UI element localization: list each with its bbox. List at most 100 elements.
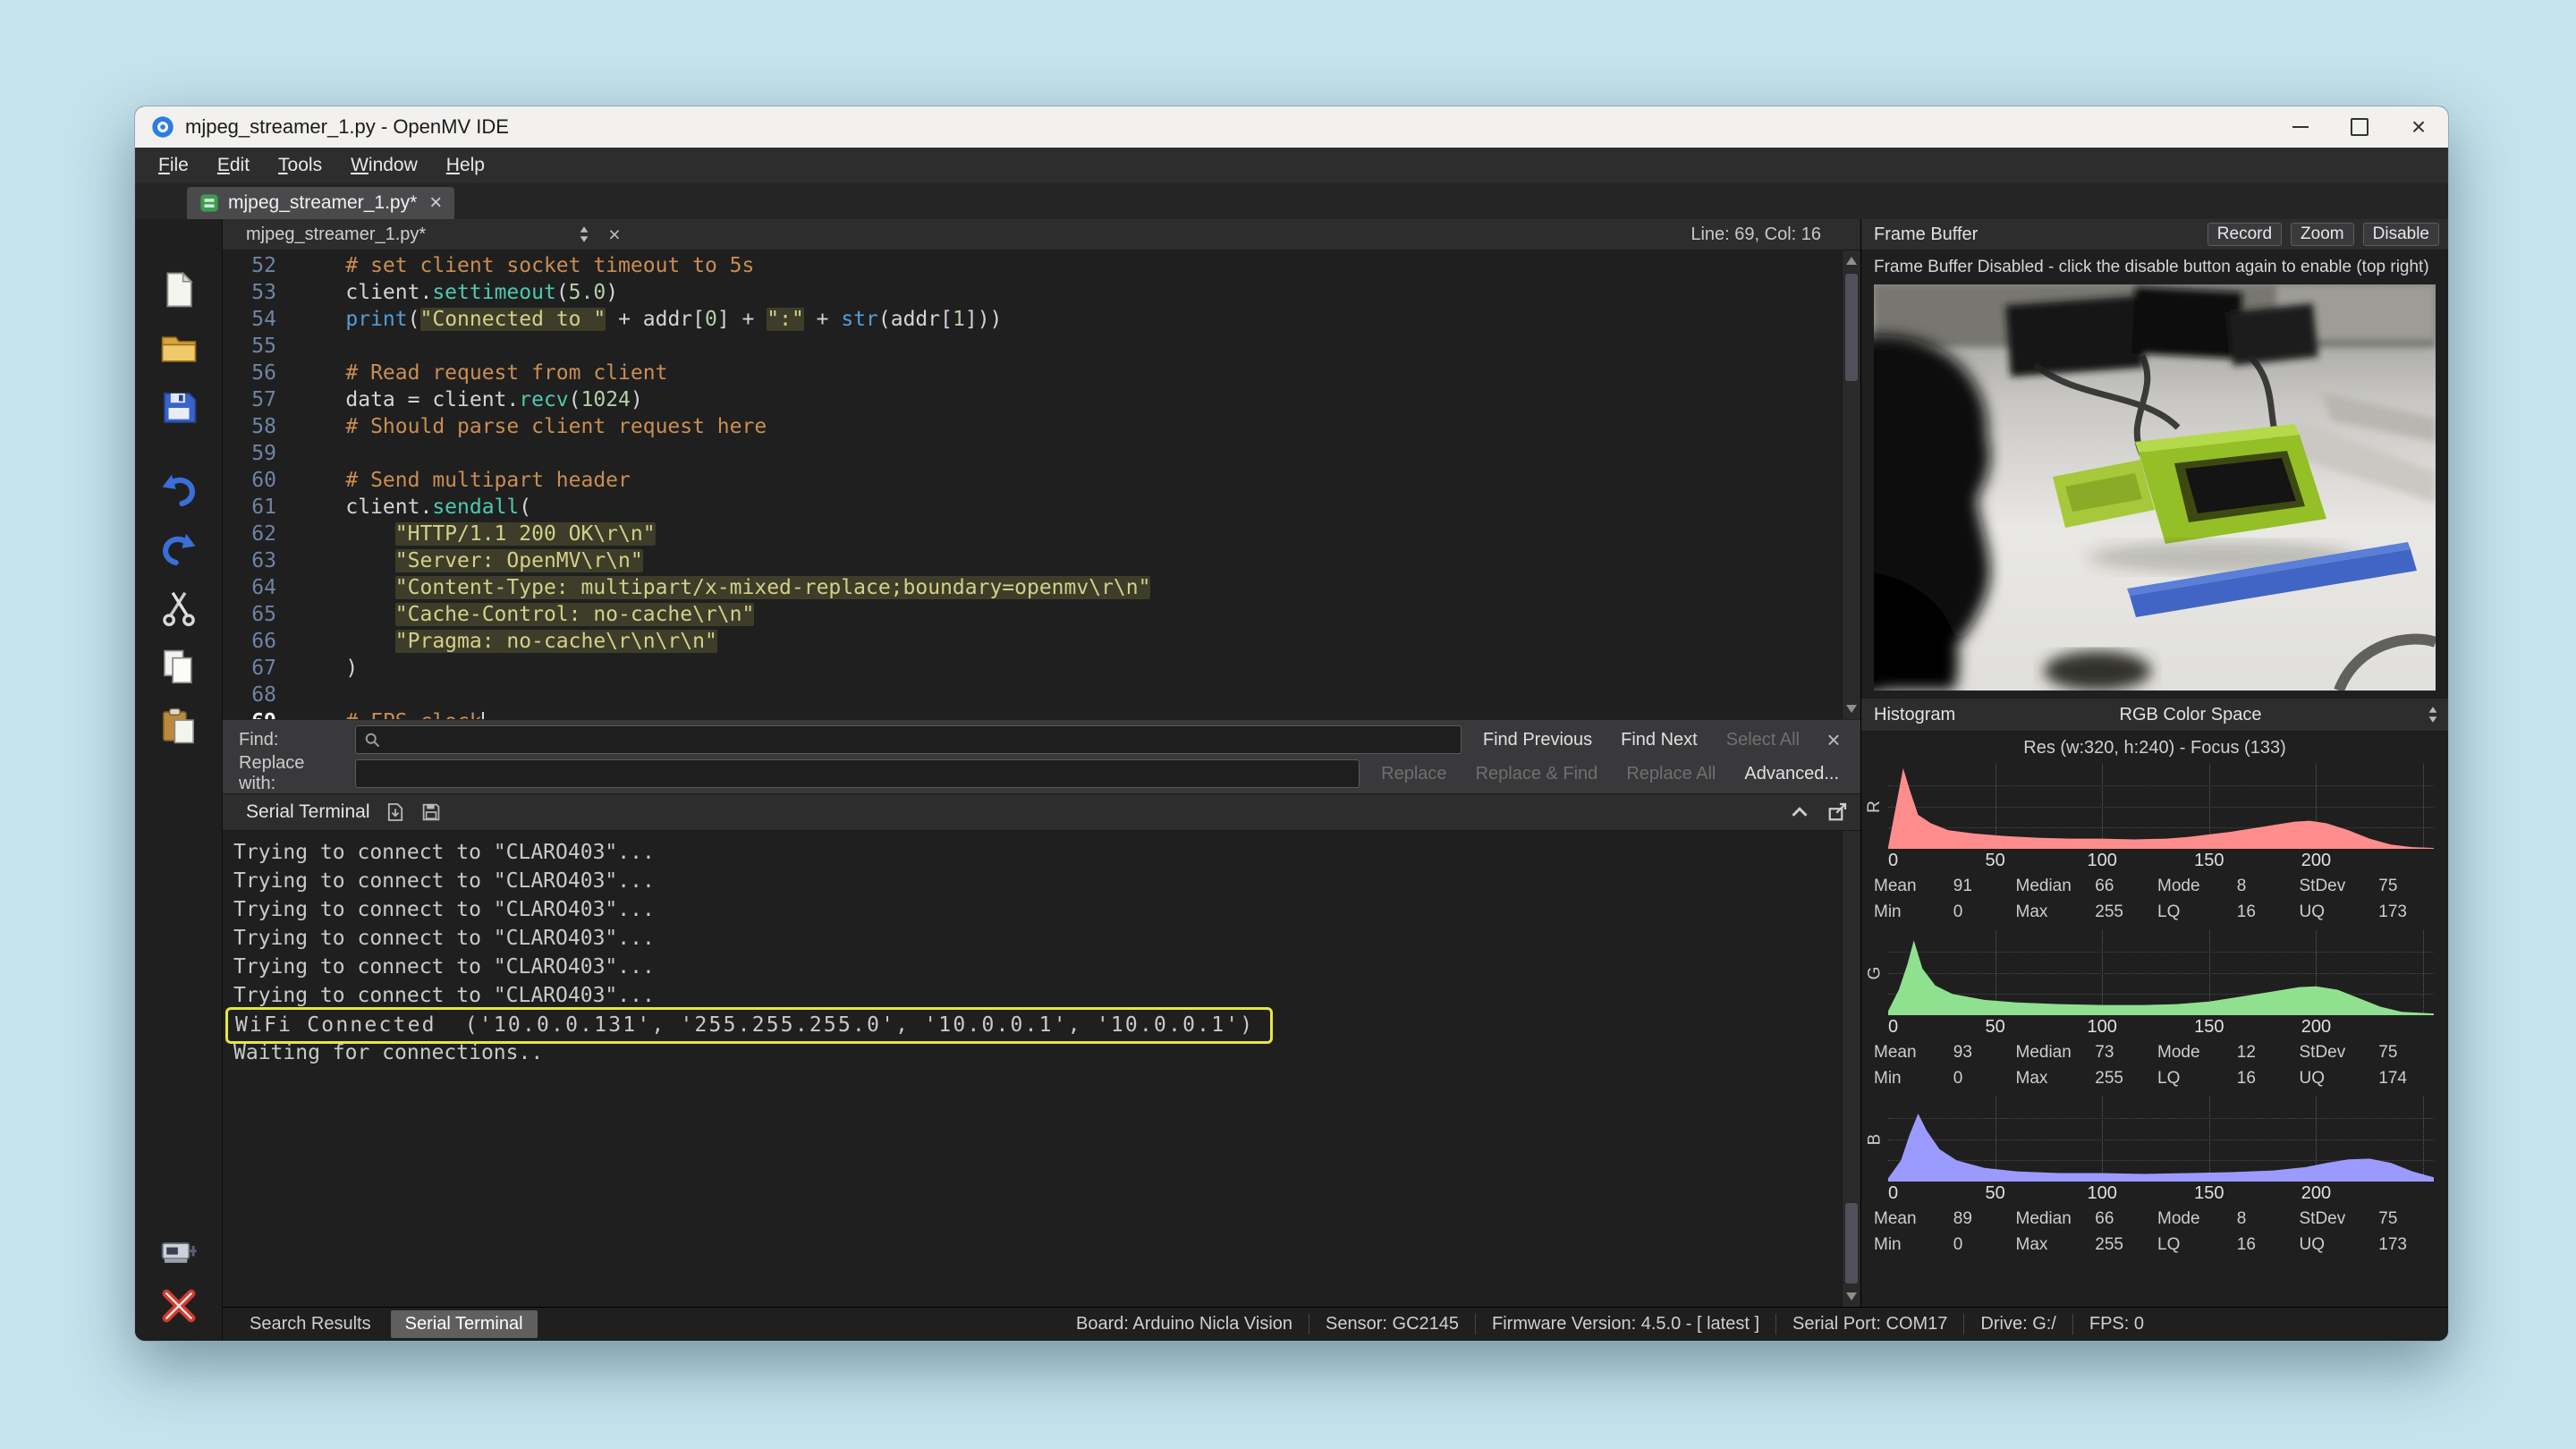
replace-input[interactable]	[355, 759, 1360, 788]
close-button[interactable]: ×	[2389, 106, 2448, 148]
code-line[interactable]: 64 "Content-Type: multipart/x-mixed-repl…	[223, 574, 1860, 601]
popout-panel-icon[interactable]	[1826, 801, 1848, 823]
code-line[interactable]: 62 "HTTP/1.1 200 OK\r\n"	[223, 521, 1860, 547]
stat-min: Min0	[1874, 902, 2016, 922]
scroll-down-icon[interactable]	[1846, 705, 1857, 713]
save-button[interactable]	[158, 387, 199, 428]
code-line[interactable]: 54 print("Connected to " + addr[0] + ":"…	[223, 306, 1860, 333]
menu-file[interactable]: File	[144, 151, 203, 180]
status-drive: Drive: G:/	[1963, 1314, 2072, 1335]
editor-scrollbar[interactable]	[1842, 250, 1860, 719]
camera-preview-image	[1874, 284, 2436, 691]
histogram-ticks: 050100150200	[1888, 851, 2434, 874]
histogram-title: Histogram	[1874, 705, 1955, 725]
code-line[interactable]: 55	[223, 333, 1860, 360]
histogram-ticks: 050100150200	[1888, 1017, 2434, 1040]
find-next-button[interactable]: Find Next	[1608, 727, 1710, 753]
new-file-button[interactable]	[158, 269, 199, 310]
terminal-line: Trying to connect to "CLARO403"...	[233, 924, 1860, 953]
code-line[interactable]: 58 # Should parse client request here	[223, 413, 1860, 440]
replace-text-field[interactable]	[363, 763, 1352, 785]
undo-button[interactable]	[158, 470, 199, 511]
replace-button[interactable]: Replace	[1368, 761, 1459, 787]
open-file-button[interactable]	[158, 328, 199, 369]
status-firmware: Firmware Version: 4.5.0 - [ latest ]	[1475, 1314, 1775, 1335]
histogram-channel-r: R050100150200Mean91Median66Mode8StDev75M…	[1861, 762, 2448, 928]
openmv-logo-icon	[151, 115, 174, 139]
document-close-icon[interactable]: ×	[608, 223, 620, 247]
menu-window[interactable]: Window	[336, 151, 432, 180]
copy-button[interactable]	[158, 647, 199, 688]
export-log-icon[interactable]	[385, 801, 406, 823]
replace-and-find-button[interactable]: Replace & Find	[1463, 761, 1611, 787]
menu-edit[interactable]: Edit	[203, 151, 264, 180]
camera-preview	[1874, 284, 2436, 691]
tab-mjpeg-streamer[interactable]: mjpeg_streamer_1.py* ×	[187, 187, 454, 219]
terminal-line-highlighted: WiFi Connected ('10.0.0.131', '255.255.2…	[233, 1010, 1860, 1038]
select-all-button[interactable]: Select All	[1714, 727, 1812, 753]
tab-serial-terminal[interactable]: Serial Terminal	[391, 1310, 538, 1338]
code-line[interactable]: 63 "Server: OpenMV\r\n"	[223, 547, 1860, 574]
record-button[interactable]: Record	[2207, 223, 2282, 246]
tabbar: mjpeg_streamer_1.py* ×	[135, 183, 2448, 219]
collapse-panel-icon[interactable]	[1789, 801, 1810, 823]
code-line[interactable]: 56 # Read request from client	[223, 360, 1860, 386]
code-line[interactable]: 57 data = client.recv(1024)	[223, 386, 1860, 413]
code-line[interactable]: 52 # set client socket timeout to 5s	[223, 252, 1860, 279]
scroll-up-icon[interactable]	[1846, 257, 1857, 265]
menu-tools[interactable]: Tools	[264, 151, 336, 180]
menu-help[interactable]: Help	[432, 151, 499, 180]
advanced-button[interactable]: Advanced...	[1732, 761, 1852, 787]
find-input[interactable]	[355, 725, 1462, 754]
code-line[interactable]: 53 client.settimeout(5.0)	[223, 279, 1860, 306]
code-editor[interactable]: 52 # set client socket timeout to 5s53 c…	[223, 250, 1860, 719]
replace-all-button[interactable]: Replace All	[1614, 761, 1728, 787]
terminal-line: Trying to connect to "CLARO403"...	[233, 981, 1860, 1010]
stat-max: Max255	[2016, 1069, 2158, 1089]
stat-max: Max255	[2016, 1235, 2158, 1255]
color-space-selector[interactable]: RGB Color Space	[1969, 705, 2412, 725]
titlebar: mjpeg_streamer_1.py - OpenMV IDE ×	[135, 106, 2448, 148]
code-line[interactable]: 65 "Cache-Control: no-cache\r\n"	[223, 601, 1860, 628]
find-label: Find:	[232, 730, 346, 750]
tab-search-results[interactable]: Search Results	[235, 1310, 386, 1338]
find-previous-button[interactable]: Find Previous	[1470, 727, 1605, 753]
code-line[interactable]: 66 "Pragma: no-cache\r\n\r\n"	[223, 628, 1860, 655]
terminal-scrollbar[interactable]	[1842, 831, 1860, 1307]
scroll-down-icon[interactable]	[1846, 1292, 1857, 1301]
code-line[interactable]: 68	[223, 682, 1860, 708]
code-line[interactable]: 59	[223, 440, 1860, 467]
code-line[interactable]: 67 )	[223, 655, 1860, 682]
status-sensor: Sensor: GC2145	[1309, 1314, 1475, 1335]
disconnect-button[interactable]	[158, 1285, 199, 1326]
code-line[interactable]: 61 client.sendall(	[223, 494, 1860, 521]
stat-stdev: StDev75	[2300, 1209, 2442, 1229]
scrollbar-thumb[interactable]	[1845, 1203, 1858, 1284]
stat-max: Max255	[2016, 902, 2158, 922]
replace-label: Replace with:	[232, 753, 346, 794]
maximize-button[interactable]	[2330, 106, 2389, 148]
code-line[interactable]: 69 # FPS clock	[223, 708, 1860, 719]
find-replace-bar: Find: Find Previous Find Next Select	[223, 719, 1860, 793]
histogram-plot	[1888, 764, 2434, 849]
code-line[interactable]: 60 # Send multipart header	[223, 467, 1860, 494]
paste-button[interactable]	[158, 706, 199, 747]
document-selector[interactable]: mjpeg_streamer_1.py*	[246, 225, 426, 245]
disable-button[interactable]: Disable	[2363, 223, 2439, 246]
minimize-icon	[2292, 126, 2309, 128]
tab-close-icon[interactable]: ×	[426, 191, 442, 216]
cut-button[interactable]	[158, 588, 199, 629]
find-text-field[interactable]	[388, 729, 1453, 751]
terminal-line: Trying to connect to "CLARO403"...	[233, 895, 1860, 924]
document-selector-arrows-icon[interactable]	[578, 225, 590, 244]
redo-button[interactable]	[158, 529, 199, 570]
scrollbar-thumb[interactable]	[1845, 274, 1858, 381]
find-close-icon[interactable]: ×	[1816, 726, 1852, 754]
save-log-icon[interactable]	[420, 801, 442, 823]
connect-button[interactable]	[158, 1230, 199, 1271]
color-space-arrows-icon[interactable]	[2427, 705, 2439, 724]
zoom-button[interactable]: Zoom	[2291, 223, 2354, 246]
minimize-button[interactable]	[2271, 106, 2330, 148]
serial-terminal-output[interactable]: Trying to connect to "CLARO403"...Trying…	[223, 831, 1860, 1307]
terminal-line: Trying to connect to "CLARO403"...	[233, 953, 1860, 981]
